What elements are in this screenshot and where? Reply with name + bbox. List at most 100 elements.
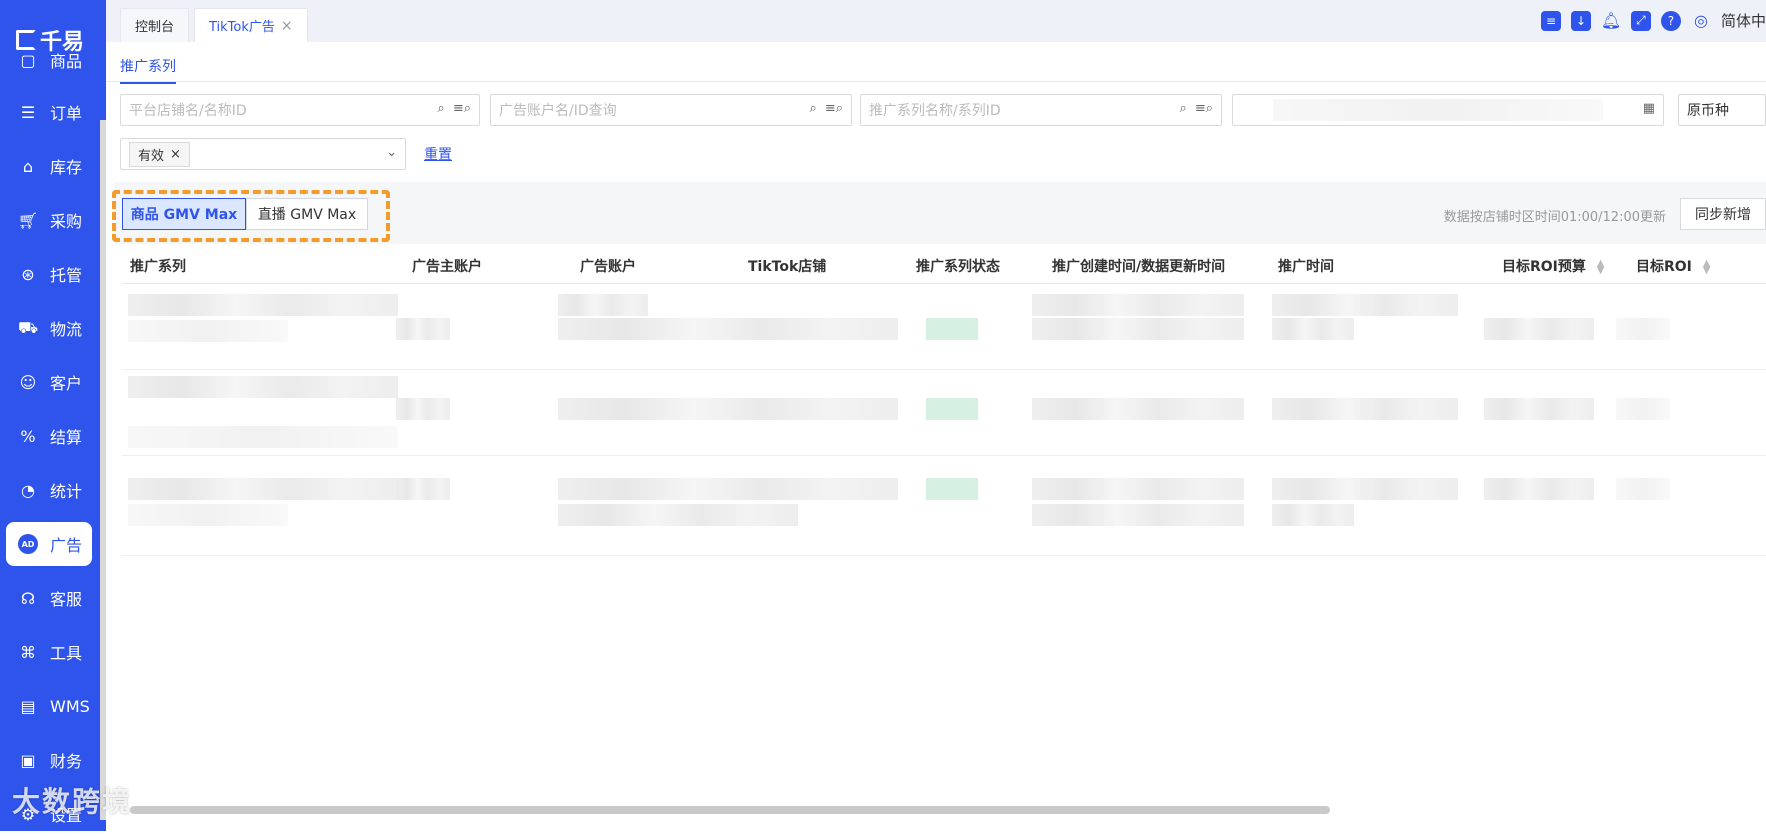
redacted-cell xyxy=(558,478,898,500)
advanced-search-icon[interactable]: ≡⌕ xyxy=(825,101,843,116)
series-search-input[interactable]: 推广系列名称/系列ID ⌕ ≡⌕ xyxy=(860,94,1222,126)
redacted-cell xyxy=(558,504,798,526)
series-search-placeholder: 推广系列名称/系列ID xyxy=(869,103,1001,119)
customer-icon: ☺ xyxy=(19,372,37,392)
table-row[interactable] xyxy=(122,370,1766,456)
redacted-cell xyxy=(1484,398,1594,420)
live-gmv-max-button[interactable]: 直播 GMV Max xyxy=(246,198,368,230)
sidebar-item-inventory[interactable]: ⌂ 库存 xyxy=(6,144,92,188)
sort-icon[interactable]: ▲ ▼ xyxy=(1597,259,1605,276)
status-badge xyxy=(926,398,978,420)
sidebar-item-service[interactable]: ☊ 客服 xyxy=(6,576,92,620)
redacted-cell xyxy=(396,318,450,340)
advanced-search-icon[interactable]: ≡⌕ xyxy=(453,101,471,116)
sidebar-item-label: 采购 xyxy=(50,212,83,231)
status-tag-label: 有效 xyxy=(138,148,165,164)
redacted-cell xyxy=(1616,478,1670,500)
search-icon[interactable]: ⌕ xyxy=(810,101,817,116)
calendar-icon[interactable]: ▦ xyxy=(1643,101,1655,116)
sync-new-button[interactable]: 同步新增 xyxy=(1680,198,1766,230)
order-icon: ☰ xyxy=(20,102,36,122)
sort-icon[interactable]: ▲ ▼ xyxy=(1703,259,1711,276)
sidebar-item-customer[interactable]: ☺ 客户 xyxy=(6,360,92,404)
wallet-icon: ▣ xyxy=(20,750,36,770)
sidebar-item-label: 财务 xyxy=(50,752,83,771)
ad-account-search-input[interactable]: 广告账户名/ID查询 ⌕ ≡⌕ xyxy=(490,94,852,126)
redacted-cell xyxy=(1032,504,1244,526)
sidebar-item-hosting[interactable]: ⊛ 托管 xyxy=(6,252,92,296)
redacted-cell xyxy=(1032,318,1244,340)
redacted-cell xyxy=(558,294,648,316)
sidebar-item-product[interactable]: ▢ 商品 xyxy=(6,38,92,82)
chat-icon[interactable]: ◎ xyxy=(1691,11,1711,31)
sidebar: 千易 ▢ 商品 ☰ 订单 ⌂ 库存 🛒︎ 采购 ⊛ 托管 ⛟ 物流 ☺ 客户 %… xyxy=(0,0,106,831)
chevron-down-icon: ⌄ xyxy=(386,145,397,160)
tab-promotion-series[interactable]: 推广系列 xyxy=(120,56,176,84)
sidebar-item-label: 客户 xyxy=(50,374,83,393)
sidebar-item-label: 托管 xyxy=(50,266,83,285)
cart-icon: 🛒︎ xyxy=(17,210,39,230)
sidebar-item-statistics[interactable]: ◔ 统计 xyxy=(6,468,92,512)
help-icon[interactable]: ? xyxy=(1660,10,1681,31)
sidebar-item-label: 广告 xyxy=(50,536,83,555)
col-roi-budget[interactable]: 目标ROI预算 ▲ ▼ xyxy=(1502,256,1604,276)
hosting-icon: ⊛ xyxy=(21,264,35,284)
search-icon[interactable]: ⌕ xyxy=(1180,101,1187,116)
sidebar-item-label: 统计 xyxy=(50,482,83,501)
redacted-cell xyxy=(1032,398,1244,420)
sidebar-item-label: 工具 xyxy=(50,644,83,663)
shop-search-input[interactable]: 平台店铺名/名称ID ⌕ ≡⌕ xyxy=(120,94,480,126)
horizontal-scrollbar[interactable] xyxy=(130,806,1330,814)
language-switch[interactable]: 简体中 xyxy=(1721,10,1766,31)
status-select[interactable]: 有效 × ⌄ xyxy=(120,138,406,170)
status-badge xyxy=(926,318,978,340)
redacted-cell xyxy=(128,376,398,398)
bell-icon[interactable]: 🔔︎ xyxy=(1601,11,1621,31)
expand-icon[interactable]: ⤢ xyxy=(1630,10,1651,31)
sidebar-item-tools[interactable]: ⌘ 工具 xyxy=(6,630,92,674)
sync-note: 数据按店铺时区时间01:00/12:00更新 xyxy=(1443,210,1666,225)
col-tiktok-shop: TikTok店铺 xyxy=(748,259,827,275)
sidebar-item-logistics[interactable]: ⛟ 物流 xyxy=(6,306,92,350)
tag-close-icon[interactable]: × xyxy=(170,147,181,162)
col-series-status: 推广系列状态 xyxy=(916,259,1000,275)
redacted-cell xyxy=(558,398,898,420)
top-bar: 控制台 TikTok广告 × ≡ ↓ 🔔︎ ⤢ ? ◎ 简体中 xyxy=(106,0,1766,42)
date-range-picker[interactable]: ▦ xyxy=(1232,94,1664,126)
ad-icon: AD xyxy=(18,534,38,554)
col-target-roi[interactable]: 目标ROI ▲ ▼ xyxy=(1636,256,1710,276)
command-icon: ⌘ xyxy=(20,642,36,662)
tab-label: 控制台 xyxy=(135,20,175,35)
sidebar-scrollbar[interactable] xyxy=(100,120,106,820)
reset-link[interactable]: 重置 xyxy=(424,144,452,164)
sidebar-item-purchase[interactable]: 🛒︎ 采购 xyxy=(6,198,92,242)
redacted-cell xyxy=(128,294,398,316)
sidebar-item-finance[interactable]: ▣ 财务 xyxy=(6,738,92,782)
sidebar-item-label: 物流 xyxy=(50,320,83,339)
pie-chart-icon: ◔ xyxy=(21,480,35,500)
product-gmv-max-button[interactable]: 商品 GMV Max xyxy=(122,198,246,230)
tab-tiktok-ads[interactable]: TikTok广告 × xyxy=(194,8,308,42)
tab-dashboard[interactable]: 控制台 xyxy=(120,8,190,42)
table-row[interactable] xyxy=(122,456,1766,556)
sidebar-item-wms[interactable]: ▤ WMS xyxy=(6,684,92,728)
search-icon[interactable]: ⌕ xyxy=(438,101,445,116)
clipboard-icon[interactable]: ≡ xyxy=(1540,10,1561,31)
redacted-cell xyxy=(1272,398,1458,420)
redacted-cell xyxy=(1616,398,1670,420)
sidebar-item-ads[interactable]: AD 广告 xyxy=(6,522,92,566)
currency-select[interactable]: 原币种 xyxy=(1678,94,1766,126)
advanced-search-icon[interactable]: ≡⌕ xyxy=(1195,101,1213,116)
currency-value: 原币种 xyxy=(1687,103,1729,119)
warehouse-icon: ⌂ xyxy=(22,156,34,176)
redacted-cell xyxy=(1484,318,1594,340)
close-icon[interactable]: × xyxy=(281,18,293,34)
table-row[interactable] xyxy=(122,286,1766,370)
sidebar-item-order[interactable]: ☰ 订单 xyxy=(6,90,92,134)
sidebar-item-settlement[interactable]: % 结算 xyxy=(6,414,92,458)
sidebar-item-label: 客服 xyxy=(50,590,83,609)
redacted-cell xyxy=(1616,318,1670,340)
redacted-date xyxy=(1273,99,1603,121)
redacted-cell xyxy=(1484,478,1594,500)
download-icon[interactable]: ↓ xyxy=(1570,10,1591,31)
